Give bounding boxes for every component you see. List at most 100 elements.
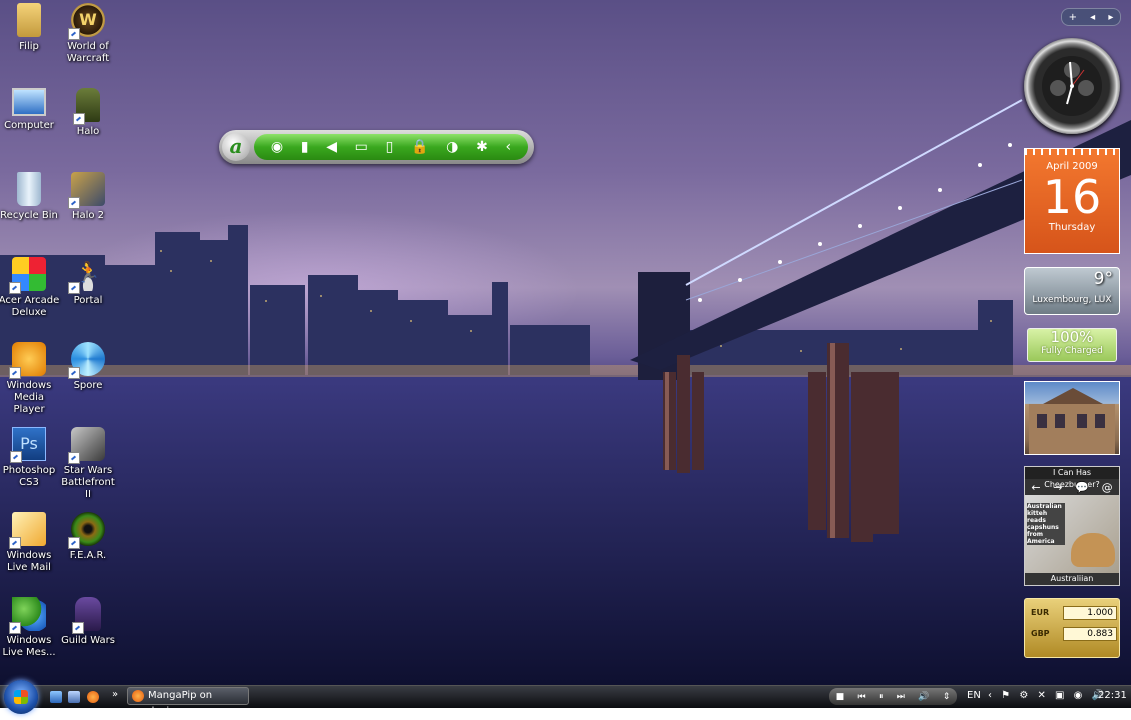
currency-value[interactable]: 1.000 [1063,606,1117,620]
desktop-icon-photoshop[interactable]: Ps Photoshop CS3 [0,427,60,489]
previous-track-icon[interactable]: ⏮ [858,692,866,702]
weather-temperature: 9° [1093,269,1113,289]
shortcut-arrow-icon [10,451,22,463]
shortcut-arrow-icon [73,113,85,125]
desktop-icon-acer-arcade[interactable]: Acer Arcade Deluxe [0,257,60,319]
switch-windows-icon[interactable] [68,691,80,703]
taskbar: » MangaPip on devia... ■ ⏮ ⏸ ⏭ 🔊 ⇕ EN ‹ … [0,680,1131,717]
next-track-icon[interactable]: ⏭ [897,692,905,702]
cheezburger-caption: Australian kitteh reads capshuns from Am… [1027,503,1065,545]
city-bridge-wallpaper [0,99,1131,685]
wireless-icon[interactable]: ◉ [271,140,283,154]
desktop-icon-live-messenger[interactable]: Windows Live Mes... [0,597,60,659]
pause-icon[interactable]: ⏸ [879,692,884,702]
battery-icon[interactable]: ▮ [301,140,309,154]
cheezburger-gadget[interactable]: I Can Has Cheezburger? ← → 💬 @ Australia… [1024,466,1120,586]
battery-percent: 100% [1050,328,1094,346]
shortcut-arrow-icon [68,197,80,209]
next-arrow-icon[interactable]: → [1053,481,1062,494]
firefox-icon[interactable] [87,691,99,703]
sidebar-controls: + ◂ ▸ [1061,8,1121,26]
volume-icon[interactable]: ◀ [326,140,337,154]
taskbar-clock[interactable]: 22:31 [1098,690,1127,701]
currency-gadget[interactable]: EUR 1.000 GBP 0.883 [1024,598,1120,658]
photoshop-icon: Ps [10,427,46,463]
clock-face [1042,56,1102,116]
live-messenger-icon [9,597,46,634]
settings-icon[interactable]: ✱ [476,140,488,154]
shortcut-arrow-icon [72,622,84,634]
show-desktop-icon[interactable] [50,691,62,703]
portal-icon: 🏃 [68,257,105,294]
language-indicator[interactable]: EN [967,690,981,701]
quick-launch-chevron[interactable]: » [112,689,118,700]
media-player-icon [9,342,46,379]
weather-gadget[interactable]: 9° Luxembourg, LUX [1024,267,1120,315]
desktop-icon-filip[interactable]: Filip [0,3,60,53]
shortcut-arrow-icon [9,282,21,294]
desktop-icon-fear[interactable]: F.E.A.R. [57,512,119,562]
battlefront-icon [68,427,105,464]
user-folder-icon [17,3,41,37]
currency-code[interactable]: EUR [1031,608,1049,617]
desktop-icon-recycle-bin[interactable]: Recycle Bin [0,172,60,222]
shortcut-arrow-icon [9,622,21,634]
taskbar-window-button[interactable]: MangaPip on devia... [127,687,249,717]
fear-icon [68,512,105,549]
desktop-icon-live-mail[interactable]: Windows Live Mail [0,512,60,574]
guild-wars-icon [72,597,101,634]
acer-toolbar-buttons: ◉ ▮ ◀ ▭ ▯ 🔒 ◑ ✱ ‹ [254,134,528,160]
desktop-icon-halo[interactable]: Halo [57,88,119,138]
add-gadget-button[interactable]: + [1069,12,1077,23]
calendar-weekday: Thursday [1048,222,1096,233]
acer-quick-toolbar: a ◉ ▮ ◀ ▭ ▯ 🔒 ◑ ✱ ‹ [219,130,534,164]
calendar-day: 16 [1042,170,1102,224]
collapse-icon[interactable]: ‹ [506,140,512,154]
previous-arrow-icon[interactable]: ← [1031,481,1040,494]
cheezburger-title: I Can Has Cheezburger? [1025,467,1119,489]
calendar-gadget[interactable]: April 2009 16 Thursday [1024,148,1120,254]
live-mail-icon [9,512,46,549]
restore-player-icon[interactable]: ⇕ [943,692,951,702]
shortcut-arrow-icon [68,367,80,379]
backup-icon[interactable]: ◑ [446,140,458,154]
computer-icon [12,88,46,116]
previous-page-button[interactable]: ◂ [1090,12,1095,23]
next-page-button[interactable]: ▸ [1108,12,1113,23]
desktop-icon-computer[interactable]: Computer [0,88,60,132]
acer-logo-button[interactable]: a [222,133,250,161]
calendar-rings [1025,149,1119,155]
stop-icon[interactable]: ■ [836,692,845,702]
desktop-icon-guild-wars[interactable]: Guild Wars [57,597,119,647]
power-plan-icon[interactable]: ▯ [386,140,394,154]
comment-icon[interactable]: 💬 [1075,481,1089,494]
desktop-icon-battlefront-ii[interactable]: Star Wars Battlefront II [57,427,119,501]
start-button[interactable] [4,680,38,714]
cat-picture [1071,533,1115,567]
lock-icon[interactable]: 🔒 [411,140,428,154]
display-icon[interactable]: ▭ [355,140,368,154]
currency-value[interactable]: 0.883 [1063,627,1117,641]
desktop-icon-portal[interactable]: 🏃 Portal [57,257,119,307]
wow-icon: W [68,3,105,40]
clock-gadget[interactable] [1024,38,1120,134]
battery-gadget[interactable]: 100% Fully Charged [1027,328,1117,362]
cheezburger-image[interactable]: Australian kitteh reads capshuns from Am… [1025,495,1119,573]
desktop-icon-media-player[interactable]: Windows Media Player [0,342,60,416]
desktop-icon-spore[interactable]: Spore [57,342,119,392]
currency-code[interactable]: GBP [1031,629,1050,638]
system-tray-icons[interactable]: ‹ ⚑ ⚙ ✕ ▣ ◉ 🔊 [988,690,1107,701]
shortcut-arrow-icon [68,537,80,549]
desktop-icon-halo-2[interactable]: Halo 2 [57,172,119,222]
spore-icon [68,342,105,379]
firefox-icon [132,690,144,702]
weather-location: Luxembourg, LUX [1032,295,1112,305]
volume-icon[interactable]: 🔊 [918,692,929,702]
email-icon[interactable]: @ [1102,481,1113,494]
shortcut-arrow-icon [9,367,21,379]
cheezburger-label: Australiian [1025,573,1119,585]
slideshow-gadget[interactable] [1024,381,1120,455]
desktop-icon-world-of-warcraft[interactable]: W World of Warcraft [57,3,119,65]
currency-row-eur: EUR 1.000 [1029,606,1117,622]
taskbar-window-title: MangaPip on devia... [148,690,213,717]
